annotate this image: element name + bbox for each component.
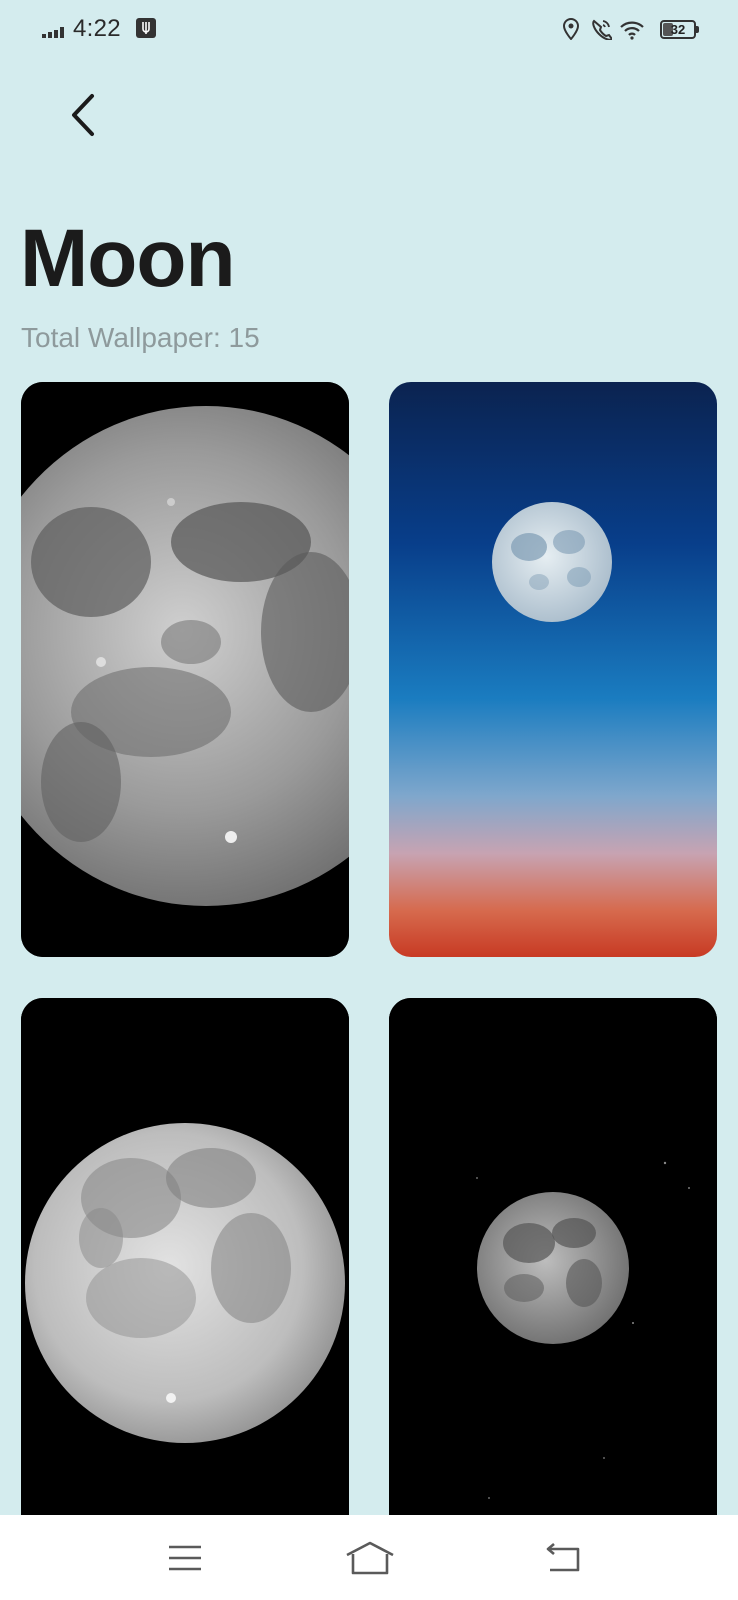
nav-home-button[interactable] xyxy=(340,1533,400,1583)
wallpaper-image-small-moon xyxy=(389,998,717,1600)
wallpaper-image-full-moon xyxy=(21,998,349,1600)
navigation-bar xyxy=(0,1515,738,1600)
wallpaper-grid xyxy=(0,0,738,1600)
wallpaper-tile-2[interactable] xyxy=(389,382,717,957)
wallpaper-tile-4[interactable] xyxy=(389,998,717,1600)
nav-menu-button[interactable] xyxy=(155,1533,215,1583)
wallpaper-tile-1[interactable] xyxy=(21,382,349,957)
wallpaper-image-moon-closeup xyxy=(21,382,349,957)
menu-icon xyxy=(169,1545,201,1571)
nav-back-button[interactable] xyxy=(533,1533,593,1583)
wallpaper-image-moon-gradient-sky xyxy=(389,382,717,957)
back-icon xyxy=(546,1543,580,1572)
wallpaper-tile-3[interactable] xyxy=(21,998,349,1600)
home-icon xyxy=(346,1541,394,1575)
